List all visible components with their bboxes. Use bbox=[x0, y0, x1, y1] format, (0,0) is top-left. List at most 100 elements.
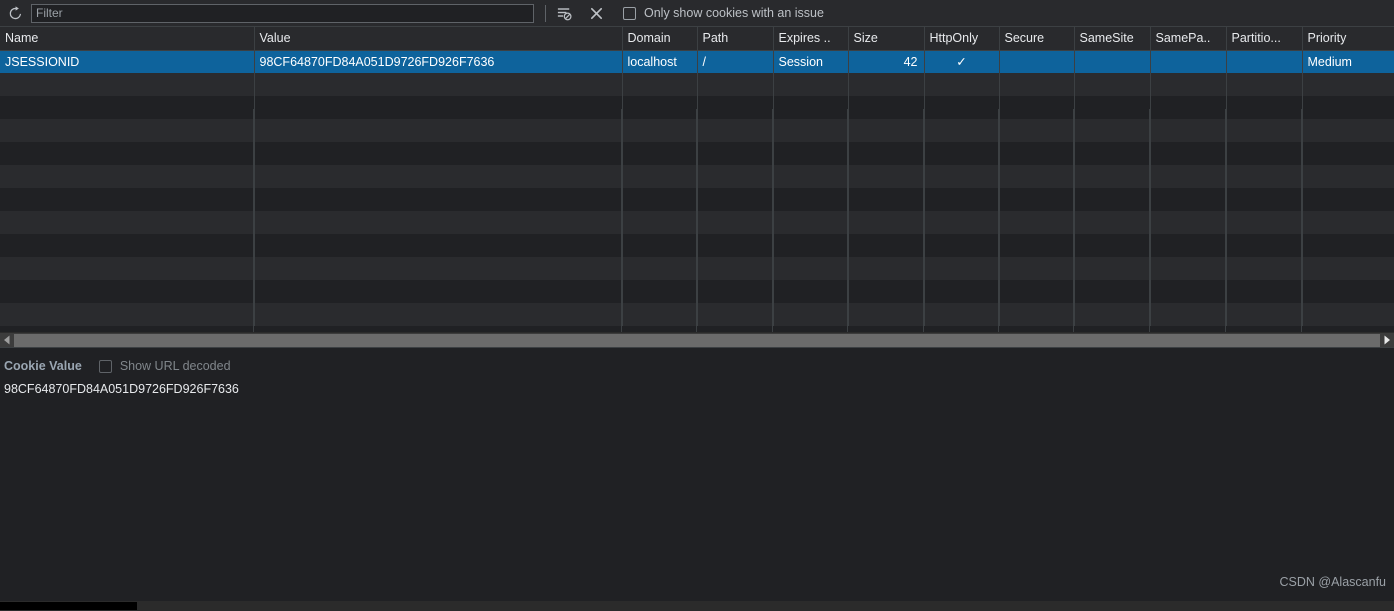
empty-cell bbox=[999, 165, 1075, 188]
column-header-secure[interactable]: Secure bbox=[999, 27, 1075, 51]
empty-cell bbox=[254, 73, 623, 96]
column-header-value[interactable]: Value bbox=[254, 27, 623, 51]
column-header-size[interactable]: Size bbox=[848, 27, 925, 51]
empty-cell bbox=[924, 142, 1000, 165]
page-horizontal-scrollbar[interactable] bbox=[0, 601, 1394, 611]
cookies-table-area[interactable]: Name Value Domain Path Expires .. Size HttpOnl… bbox=[0, 27, 1394, 332]
cell-expires[interactable]: Session bbox=[773, 50, 849, 73]
empty-cell bbox=[0, 73, 255, 96]
empty-cell bbox=[1074, 257, 1151, 280]
cell-httponly[interactable]: ✓ bbox=[924, 50, 1000, 73]
empty-cell bbox=[697, 142, 774, 165]
table-body[interactable]: JSESSIONID 98CF64870FD84A051D9726FD926F76… bbox=[0, 50, 1394, 326]
empty-cell bbox=[999, 96, 1075, 119]
empty-cell bbox=[622, 119, 698, 142]
column-header-domain[interactable]: Domain bbox=[622, 27, 698, 51]
cookie-detail-header: Cookie Value Show URL decoded bbox=[0, 348, 1394, 374]
table-horizontal-scrollbar[interactable] bbox=[0, 332, 1394, 347]
empty-cell bbox=[0, 165, 255, 188]
empty-cell bbox=[254, 188, 623, 211]
empty-cell bbox=[1074, 142, 1151, 165]
empty-cell bbox=[924, 211, 1000, 234]
empty-cell bbox=[622, 303, 698, 326]
cookies-table: Name Value Domain Path Expires .. Size HttpOnl… bbox=[0, 27, 1394, 326]
clear-filter-icon[interactable] bbox=[553, 2, 575, 24]
arrow-right-icon[interactable] bbox=[1380, 333, 1394, 348]
table-empty-row bbox=[0, 96, 1394, 119]
column-header-name[interactable]: Name bbox=[0, 27, 255, 51]
empty-cell bbox=[254, 165, 623, 188]
hscroll-track[interactable] bbox=[14, 333, 1380, 347]
cell-name[interactable]: JSESSIONID bbox=[0, 50, 255, 73]
empty-cell bbox=[622, 142, 698, 165]
cookie-value-title: Cookie Value bbox=[4, 359, 82, 373]
empty-cell bbox=[0, 234, 255, 257]
empty-cell bbox=[622, 257, 698, 280]
empty-cell bbox=[1226, 73, 1303, 96]
empty-cell bbox=[1074, 234, 1151, 257]
empty-cell bbox=[1226, 96, 1303, 119]
empty-cell bbox=[999, 211, 1075, 234]
cell-samesite[interactable] bbox=[1074, 50, 1151, 73]
empty-cell bbox=[848, 234, 925, 257]
empty-cell bbox=[1226, 142, 1303, 165]
empty-cell bbox=[1226, 211, 1303, 234]
cell-path[interactable]: / bbox=[697, 50, 774, 73]
close-x-icon[interactable] bbox=[585, 2, 607, 24]
empty-cell bbox=[254, 119, 623, 142]
hscroll-thumb[interactable] bbox=[14, 333, 1380, 347]
column-header-httponly[interactable]: HttpOnly bbox=[924, 27, 1000, 51]
empty-cell bbox=[924, 303, 1000, 326]
empty-cell bbox=[1302, 119, 1394, 142]
empty-cell bbox=[1074, 303, 1151, 326]
arrow-left-icon[interactable] bbox=[0, 333, 14, 348]
filter-input[interactable] bbox=[31, 3, 534, 23]
table-header-row: Name Value Domain Path Expires .. Size HttpOnl… bbox=[0, 27, 1394, 51]
cell-secure[interactable] bbox=[999, 50, 1075, 73]
empty-cell bbox=[773, 257, 849, 280]
show-url-decoded-label: Show URL decoded bbox=[119, 359, 231, 373]
cell-size[interactable]: 42 bbox=[848, 50, 925, 73]
empty-cell bbox=[924, 119, 1000, 142]
column-header-samepartition[interactable]: SamePa.. bbox=[1150, 27, 1227, 51]
empty-cell bbox=[1302, 211, 1394, 234]
cell-domain[interactable]: localhost bbox=[622, 50, 698, 73]
watermark: CSDN @Alascanfu bbox=[1279, 575, 1386, 589]
only-show-issues-checkbox[interactable]: Only show cookies with an issue bbox=[623, 6, 824, 20]
empty-cell bbox=[697, 119, 774, 142]
empty-cell bbox=[1226, 234, 1303, 257]
empty-cell bbox=[1150, 234, 1227, 257]
empty-cell bbox=[1302, 257, 1394, 280]
table-empty-row bbox=[0, 119, 1394, 142]
show-url-decoded-checkbox[interactable]: Show URL decoded bbox=[98, 359, 231, 373]
empty-cell bbox=[1150, 73, 1227, 96]
empty-cell bbox=[1302, 188, 1394, 211]
empty-cell bbox=[1150, 303, 1227, 326]
empty-cell bbox=[773, 119, 849, 142]
table-row[interactable]: JSESSIONID 98CF64870FD84A051D9726FD926F76… bbox=[0, 50, 1394, 73]
empty-cell bbox=[254, 96, 623, 119]
empty-cell bbox=[848, 96, 925, 119]
empty-cell bbox=[1226, 303, 1303, 326]
empty-cell bbox=[1226, 280, 1303, 303]
empty-cell bbox=[1302, 303, 1394, 326]
empty-cell bbox=[773, 211, 849, 234]
table-empty-row bbox=[0, 234, 1394, 257]
cell-samepartition[interactable] bbox=[1150, 50, 1227, 73]
cell-priority[interactable]: Medium bbox=[1302, 50, 1394, 73]
column-header-priority[interactable]: Priority bbox=[1302, 27, 1394, 51]
cell-value[interactable]: 98CF64870FD84A051D9726FD926F7636 bbox=[254, 50, 623, 73]
column-header-expires[interactable]: Expires .. bbox=[773, 27, 849, 51]
empty-cell bbox=[697, 280, 774, 303]
column-header-partition[interactable]: Partitio... bbox=[1226, 27, 1303, 51]
checkbox-box-url-decoded[interactable] bbox=[98, 359, 112, 373]
empty-cell bbox=[697, 303, 774, 326]
column-header-path[interactable]: Path bbox=[697, 27, 774, 51]
refresh-icon[interactable] bbox=[4, 2, 26, 24]
page-hscroll-thumb[interactable] bbox=[0, 602, 137, 610]
checkbox-box-issues[interactable] bbox=[623, 6, 636, 20]
cell-partition[interactable] bbox=[1226, 50, 1303, 73]
empty-cell bbox=[1226, 257, 1303, 280]
column-header-samesite[interactable]: SameSite bbox=[1074, 27, 1151, 51]
empty-cell bbox=[697, 165, 774, 188]
